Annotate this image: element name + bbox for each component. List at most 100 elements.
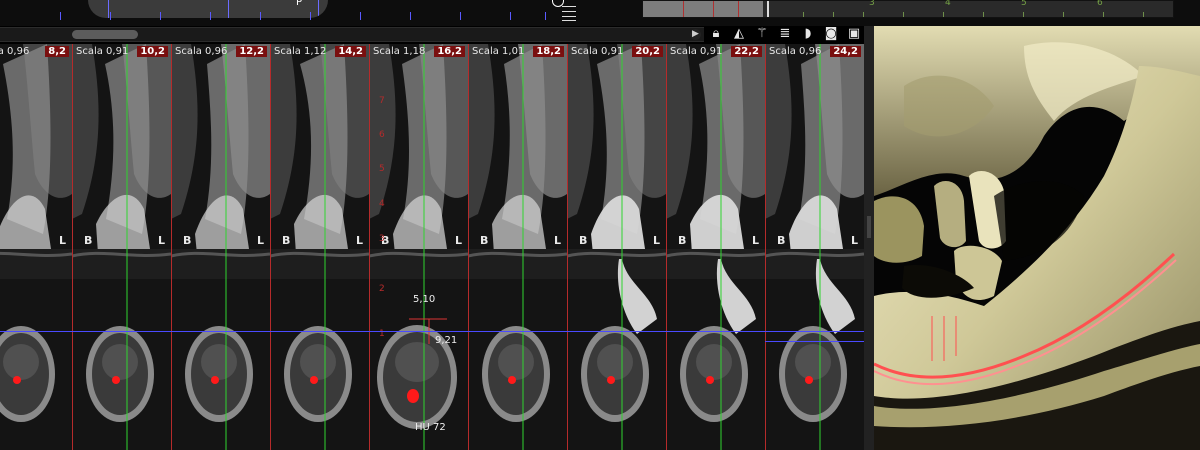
ct-slice-image: [171, 44, 270, 450]
slice-position-label: 10,2: [137, 46, 168, 57]
view-splitter[interactable]: [864, 26, 874, 450]
occlusal-reference-line[interactable]: [0, 331, 864, 332]
flip-icon[interactable]: ◭: [731, 26, 747, 42]
panoramic-ticks: [0, 12, 570, 20]
nerve-icon[interactable]: ◗: [800, 26, 816, 42]
slice-header: Scala 0,91 20,2: [567, 46, 666, 60]
axial-orientation-label: P: [296, 0, 303, 8]
cross-section-slice[interactable]: Scala 1,18 16,2 B L 7 6 5 4 3 2 1 5,10 9,21 HU 72: [369, 44, 468, 450]
slice-position-fill: [643, 1, 763, 17]
slice-header: Scala 0,96 24,2: [765, 46, 864, 60]
cross-section-slice[interactable]: Scala 0,91 20,2 B L: [567, 44, 666, 450]
slice-position-label: 22,2: [731, 46, 762, 57]
volume-3d-view[interactable]: [874, 26, 1200, 450]
slice-scale-label: Scala 0,96: [0, 46, 30, 57]
slice-scale-label: Scala 1,12: [274, 46, 327, 57]
buccal-label: B: [579, 234, 588, 247]
slice-scale-label: Scala 0,91: [670, 46, 723, 57]
cross-section-slice[interactable]: Scala 0,96 24,2 B L: [765, 44, 864, 450]
cross-section-slice[interactable]: Scala 0,96 12,2 B L: [171, 44, 270, 450]
slider-ruler-icon[interactable]: [558, 4, 578, 22]
timeline-label: 4: [945, 0, 951, 8]
slice-header: Scala 0,91 22,2: [666, 46, 765, 60]
nerve-marker: [13, 376, 21, 384]
buccal-label: B: [480, 234, 489, 247]
cross-section-slice[interactable]: Scala 0,91 10,2 B L: [72, 44, 171, 450]
lingual-label: L: [355, 234, 363, 247]
timeline-label: 6: [1097, 0, 1103, 8]
ct-slice-image: [468, 44, 567, 450]
buccal-label: B: [678, 234, 687, 247]
lingual-label: L: [850, 234, 858, 247]
slice-header: Scala 1,12 14,2: [270, 46, 369, 60]
slice-position-label: 8,2: [45, 46, 69, 57]
top-strip: P 3 4 5 6: [0, 0, 1200, 26]
ct-slice-image: [567, 44, 666, 450]
window-icon[interactable]: ▣: [846, 26, 862, 42]
nerve-marker: [508, 376, 516, 384]
slice-position-label: 24,2: [830, 46, 861, 57]
cross-section-slice[interactable]: Scala 1,01 18,2 B L: [468, 44, 567, 450]
timeline-label: 3: [869, 0, 875, 8]
nerve-marker: [706, 376, 714, 384]
stack-icon[interactable]: ≣: [777, 26, 793, 42]
slice-position-label: 14,2: [335, 46, 366, 57]
buccal-label: B: [84, 234, 93, 247]
ct-slice-image: [765, 44, 864, 450]
slice-ruler: [468, 44, 469, 450]
nerve-marker: [211, 376, 219, 384]
lingual-label: L: [58, 234, 66, 247]
nerve-marker: [112, 376, 120, 384]
buccal-label: B: [777, 234, 786, 247]
slice-ruler: [270, 44, 271, 450]
nerve-marker: [310, 376, 318, 384]
ct-slice-image: [0, 44, 72, 450]
slice-scale-label: Scala 1,01: [472, 46, 525, 57]
slice-position-label: 12,2: [236, 46, 267, 57]
slice-ruler: [765, 44, 766, 450]
slice-position-label: 18,2: [533, 46, 564, 57]
tooth-icon[interactable]: ⚚: [754, 26, 770, 42]
slice-ruler: [72, 44, 73, 450]
buccal-label: B: [183, 234, 192, 247]
ct-slice-image: [666, 44, 765, 450]
jaw-3d-render: [874, 26, 1200, 450]
implant-planning-window: P 3 4 5 6 ▶ 🔒︎ ◭ ⚚ ≣ ◗ ◙ ▣ a 0,96 8,2 L …: [0, 0, 1200, 450]
scroll-right-arrow-icon[interactable]: ▶: [690, 29, 701, 40]
slice-scale-label: Scala 0,96: [175, 46, 228, 57]
lingual-label: L: [751, 234, 759, 247]
slice-ruler: [171, 44, 172, 450]
buccal-label: B: [282, 234, 291, 247]
slice-position-label: 20,2: [632, 46, 663, 57]
view-toolbar: 🔒︎ ◭ ⚚ ≣ ◗ ◙ ▣: [708, 25, 868, 43]
slice-header: Scala 0,96 12,2: [171, 46, 270, 60]
nerve-marker: [805, 376, 813, 384]
cross-section-slice[interactable]: Scala 1,12 14,2 B L: [270, 44, 369, 450]
cross-section-slices: Scala 0,96 8,2 L: [0, 44, 864, 450]
slice-header: Scala 1,01 18,2: [468, 46, 567, 60]
slices-scrollbar[interactable]: ▶: [0, 27, 704, 42]
slice-scale-label: Scala 0,91: [76, 46, 129, 57]
slice-position-bar[interactable]: 3 4 5 6: [642, 0, 1174, 18]
lingual-label: L: [553, 234, 561, 247]
scrollbar-thumb[interactable]: [72, 30, 138, 39]
slice-ruler: [666, 44, 667, 450]
cross-section-slice[interactable]: Scala 0,91 22,2 B L: [666, 44, 765, 450]
slice-header: Scala 0,96 8,2: [0, 46, 72, 60]
slice-ruler: [567, 44, 568, 450]
ct-slice-image: [270, 44, 369, 450]
measurement-crosshair[interactable]: [369, 44, 468, 450]
lingual-label: L: [256, 234, 264, 247]
lock-icon[interactable]: 🔒︎: [708, 26, 724, 42]
timeline-label: 5: [1021, 0, 1027, 8]
ct-slice-image: [72, 44, 171, 450]
occlusal-reference-line[interactable]: [765, 341, 864, 342]
camera-icon[interactable]: ◙: [823, 26, 839, 42]
slice-scale-label: Scala 0,96: [769, 46, 822, 57]
slice-header: Scala 0,91 10,2: [72, 46, 171, 60]
lingual-label: L: [157, 234, 165, 247]
cross-section-slice[interactable]: Scala 0,96 8,2 L: [0, 44, 72, 450]
slice-scale-label: Scala 0,91: [571, 46, 624, 57]
nerve-marker: [607, 376, 615, 384]
slice-position-cursor[interactable]: [767, 1, 769, 17]
